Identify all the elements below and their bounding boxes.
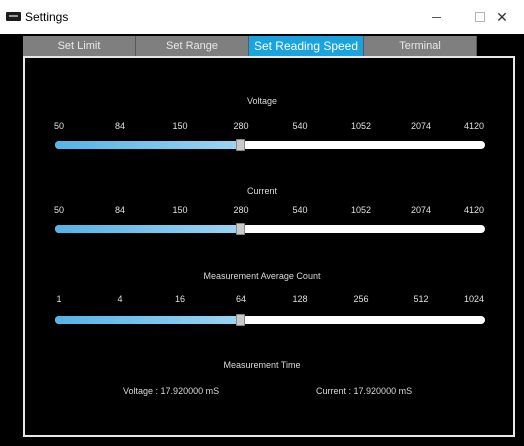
minimize-button[interactable] bbox=[414, 0, 458, 34]
average-count-slider-thumb[interactable] bbox=[236, 314, 245, 326]
current-time-readout: Current : 17.920000 mS bbox=[316, 386, 412, 396]
voltage-tick: 84 bbox=[114, 121, 126, 131]
panel-divider bbox=[23, 56, 515, 58]
current-tick: 150 bbox=[172, 205, 188, 215]
voltage-title: Voltage bbox=[246, 96, 278, 106]
title-bar: Settings ✕ bbox=[0, 0, 524, 34]
tab-set-limit[interactable]: Set Limit bbox=[23, 36, 136, 57]
current-slider[interactable] bbox=[55, 223, 485, 235]
minimize-icon bbox=[431, 16, 441, 18]
voltage-tick: 540 bbox=[292, 121, 308, 131]
voltage-tick: 150 bbox=[172, 121, 188, 131]
reading-speed-panel bbox=[23, 56, 515, 437]
voltage-slider-fill bbox=[55, 141, 240, 149]
current-tick: 4120 bbox=[463, 205, 485, 215]
voltage-tick: 2074 bbox=[410, 121, 432, 131]
average-count-tick: 64 bbox=[235, 294, 247, 304]
tab-set-range[interactable]: Set Range bbox=[136, 36, 249, 57]
close-icon: ✕ bbox=[496, 8, 508, 25]
average-count-tick: 256 bbox=[353, 294, 369, 304]
measurement-time-title: Measurement Time bbox=[223, 360, 301, 370]
average-count-tick: 16 bbox=[174, 294, 186, 304]
current-time-value: 17.920000 bbox=[353, 386, 397, 396]
average-count-title: Measurement Average Count bbox=[203, 271, 321, 281]
average-count-slider[interactable] bbox=[55, 314, 485, 326]
average-count-tick: 1024 bbox=[463, 294, 485, 304]
current-tick: 540 bbox=[292, 205, 308, 215]
voltage-tick: 280 bbox=[233, 121, 249, 131]
settings-window: Settings ✕ Set Limit Set Range Set Readi… bbox=[0, 0, 524, 446]
average-count-tick: 128 bbox=[292, 294, 308, 304]
voltage-tick: 50 bbox=[53, 121, 65, 131]
voltage-time-unit: mS bbox=[205, 386, 220, 396]
voltage-time-readout: Voltage : 17.920000 mS bbox=[123, 386, 219, 396]
average-count-tick: 4 bbox=[117, 294, 123, 304]
current-tick: 2074 bbox=[410, 205, 432, 215]
average-count-tick: 512 bbox=[413, 294, 429, 304]
voltage-slider-thumb[interactable] bbox=[236, 139, 245, 151]
current-tick: 280 bbox=[233, 205, 249, 215]
current-tick: 1052 bbox=[350, 205, 372, 215]
current-slider-fill bbox=[55, 225, 240, 233]
current-tick: 50 bbox=[53, 205, 65, 215]
voltage-time-value: 17.920000 bbox=[160, 386, 204, 396]
tab-terminal[interactable]: Terminal bbox=[364, 36, 477, 57]
voltage-slider[interactable] bbox=[55, 139, 485, 151]
average-count-slider-fill bbox=[55, 316, 240, 324]
window-title: Settings bbox=[25, 10, 69, 24]
current-tick: 84 bbox=[114, 205, 126, 215]
voltage-tick: 1052 bbox=[350, 121, 372, 131]
close-button[interactable]: ✕ bbox=[480, 0, 524, 34]
current-time-label: Current : bbox=[316, 386, 352, 396]
tab-set-reading-speed[interactable]: Set Reading Speed bbox=[249, 36, 364, 57]
current-time-unit: mS bbox=[398, 386, 413, 396]
voltage-tick: 4120 bbox=[463, 121, 485, 131]
current-title: Current bbox=[246, 186, 277, 196]
average-count-tick: 1 bbox=[56, 294, 62, 304]
current-slider-thumb[interactable] bbox=[236, 223, 245, 235]
voltage-time-label: Voltage : bbox=[123, 386, 159, 396]
app-icon bbox=[6, 12, 21, 21]
